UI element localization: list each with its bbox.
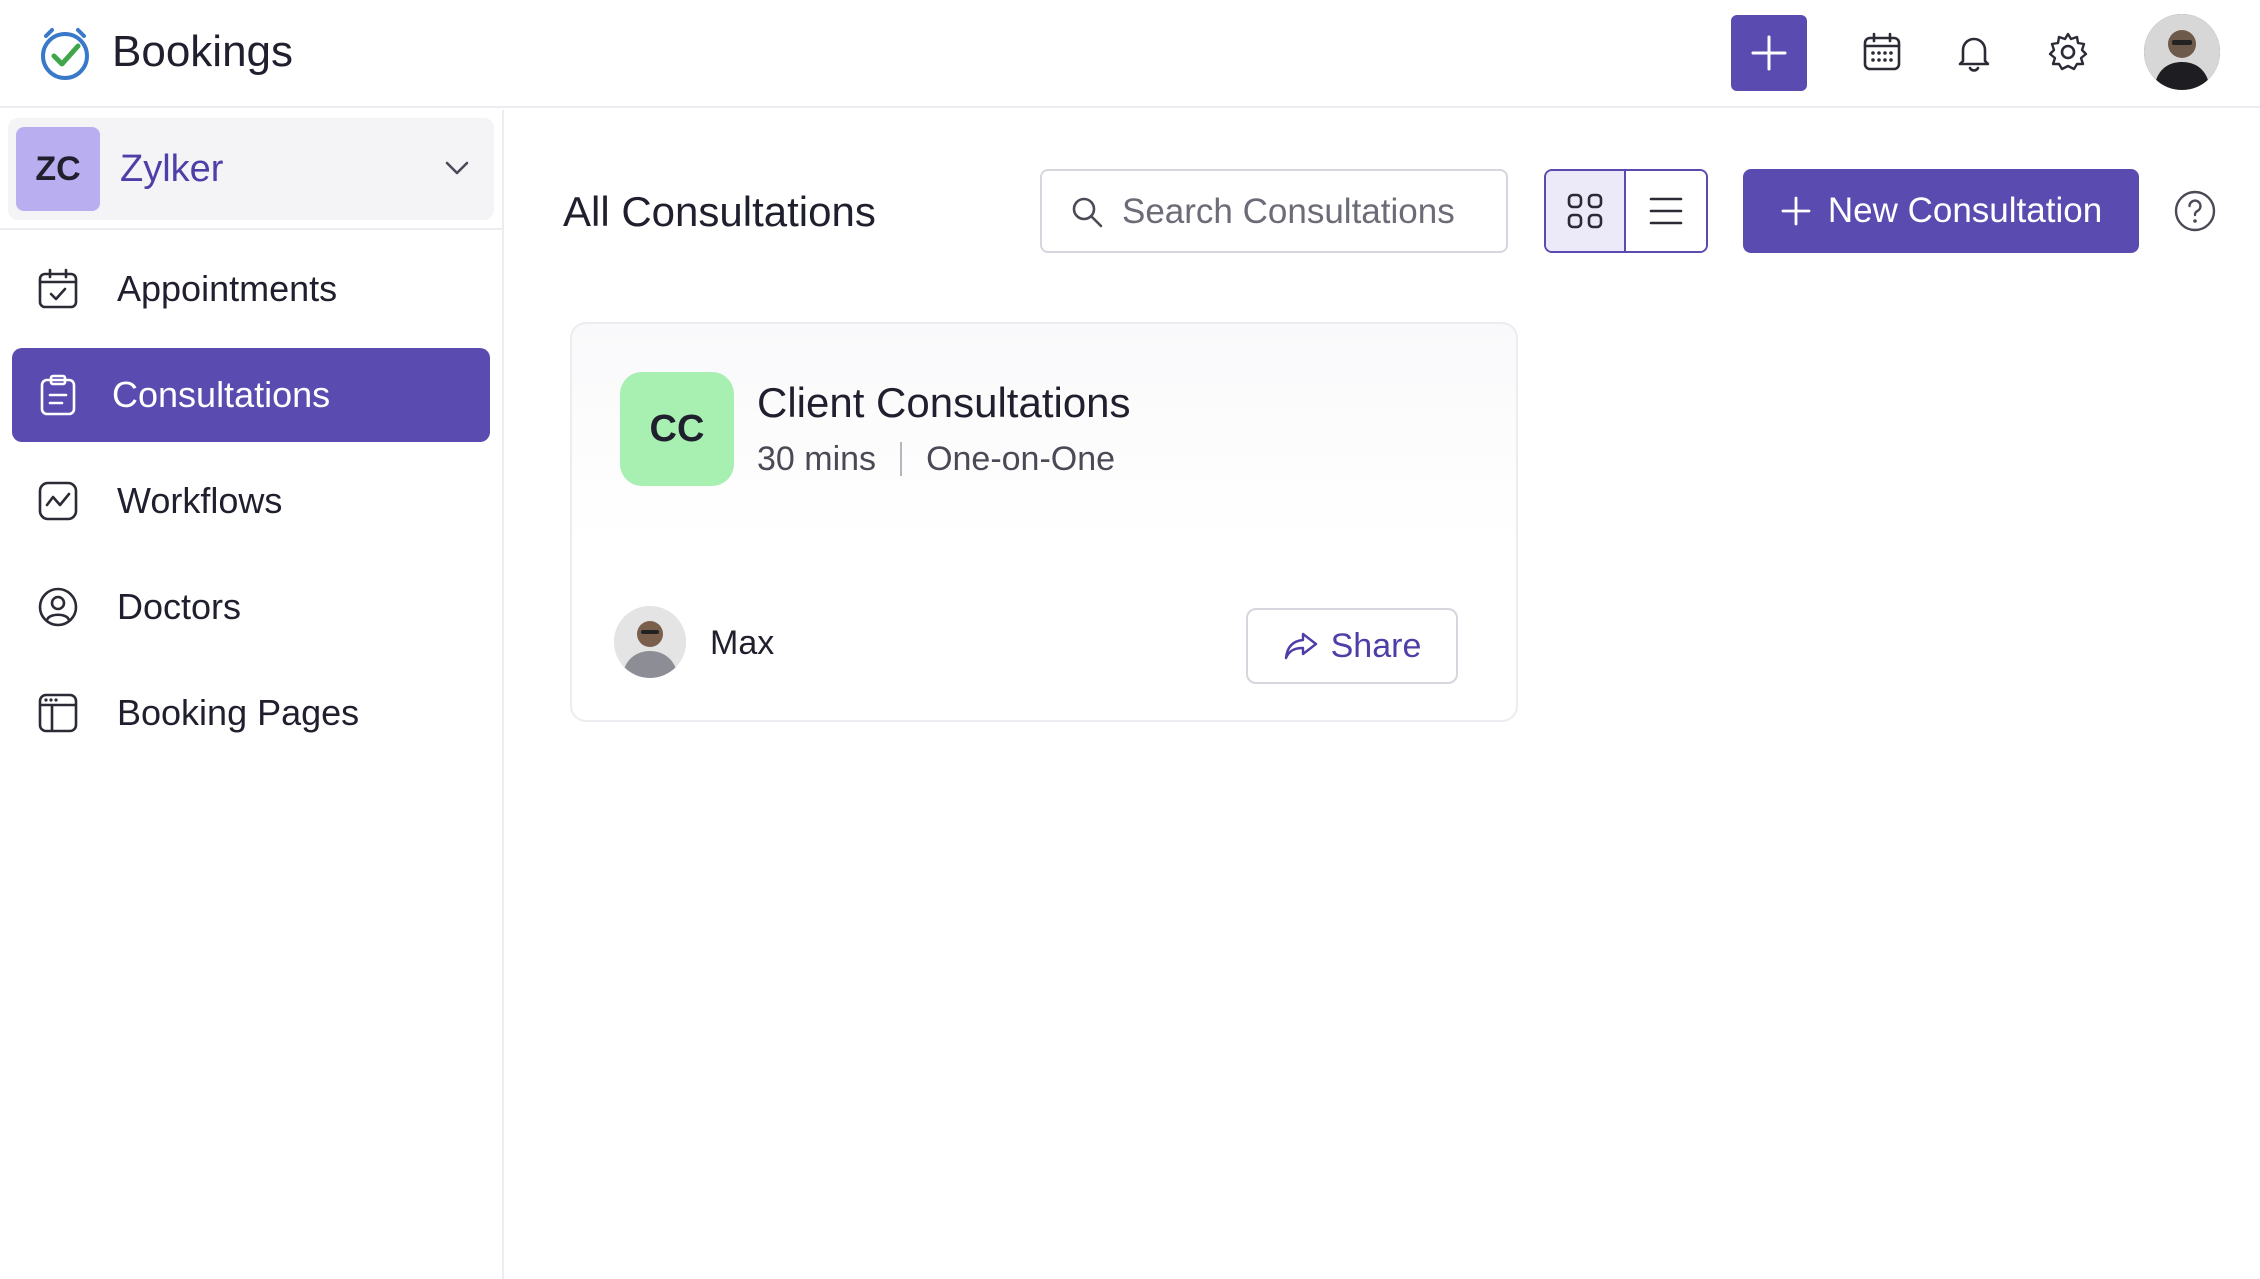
host-avatar bbox=[614, 606, 686, 678]
sidebar-item-appointments[interactable]: Appointments bbox=[12, 242, 490, 336]
sidebar-item-workflows[interactable]: Workflows bbox=[12, 454, 490, 548]
workflow-icon bbox=[38, 481, 78, 521]
gear-icon bbox=[2048, 32, 2088, 71]
sidebar-item-label: Workflows bbox=[117, 480, 283, 521]
share-button[interactable]: Share bbox=[1246, 608, 1458, 684]
user-avatar[interactable] bbox=[2144, 14, 2220, 90]
top-header: Bookings bbox=[0, 0, 2260, 108]
user-photo-icon bbox=[2144, 14, 2220, 90]
list-view-button[interactable] bbox=[1626, 171, 1706, 251]
org-switcher[interactable]: ZC Zylker bbox=[8, 118, 494, 220]
booking-page-icon bbox=[38, 693, 78, 733]
consultation-initials-badge: CC bbox=[620, 372, 734, 486]
sidebar-item-consultations[interactable]: Consultations bbox=[12, 348, 490, 442]
share-label: Share bbox=[1330, 627, 1422, 665]
consultation-duration: 30 mins bbox=[757, 440, 877, 478]
quick-add-button[interactable] bbox=[1731, 15, 1807, 91]
new-consultation-label: New Consultation bbox=[1827, 191, 2103, 230]
bell-icon bbox=[1958, 37, 1990, 72]
help-icon[interactable] bbox=[2174, 190, 2216, 232]
list-icon bbox=[1649, 197, 1683, 225]
grid-icon bbox=[1567, 193, 1603, 229]
host-name: Max bbox=[710, 624, 775, 662]
consultation-type: One-on-One bbox=[926, 440, 1116, 478]
sidebar-item-booking-pages[interactable]: Booking Pages bbox=[12, 666, 490, 760]
share-icon bbox=[1284, 632, 1317, 660]
plus-icon bbox=[1751, 35, 1787, 71]
sidebar-item-label: Booking Pages bbox=[117, 692, 360, 733]
sidebar-divider bbox=[0, 228, 502, 230]
view-toggle bbox=[1544, 169, 1708, 253]
calendar-icon bbox=[1863, 32, 1901, 71]
calendar-button[interactable] bbox=[1852, 22, 1912, 82]
sidebar-item-doctors[interactable]: Doctors bbox=[12, 560, 490, 654]
search-box bbox=[1040, 169, 1508, 253]
page-title: All Consultations bbox=[563, 188, 876, 235]
clipboard-icon bbox=[40, 374, 76, 416]
user-circle-icon bbox=[38, 587, 78, 627]
chevron-down-icon bbox=[445, 161, 469, 175]
org-initials-badge: ZC bbox=[16, 127, 100, 211]
bookings-logo-icon bbox=[41, 28, 89, 80]
consultation-title[interactable]: Client Consultations bbox=[757, 376, 1131, 430]
search-input[interactable] bbox=[1122, 185, 1492, 239]
sidebar-item-label: Doctors bbox=[117, 586, 242, 627]
settings-button[interactable] bbox=[2038, 22, 2098, 82]
calendar-check-icon bbox=[38, 268, 78, 309]
plus-icon bbox=[1781, 196, 1811, 226]
meta-separator bbox=[900, 442, 903, 476]
sidebar: ZC Zylker Appointments Consultations Wor… bbox=[0, 110, 504, 1279]
app-title: Bookings bbox=[112, 27, 294, 76]
new-consultation-button[interactable]: New Consultation bbox=[1743, 169, 2139, 253]
host-photo-icon bbox=[614, 606, 686, 678]
grid-view-button[interactable] bbox=[1546, 171, 1627, 251]
sidebar-item-label: Consultations bbox=[112, 374, 331, 415]
consultation-meta: 30 mins One-on-One bbox=[757, 436, 1115, 482]
notifications-button[interactable] bbox=[1944, 22, 2004, 82]
sidebar-item-label: Appointments bbox=[117, 268, 338, 309]
consultation-card[interactable]: CC Client Consultations 30 mins One-on-O… bbox=[570, 322, 1518, 722]
org-name: Zylker bbox=[120, 148, 224, 190]
search-icon bbox=[1072, 197, 1103, 228]
